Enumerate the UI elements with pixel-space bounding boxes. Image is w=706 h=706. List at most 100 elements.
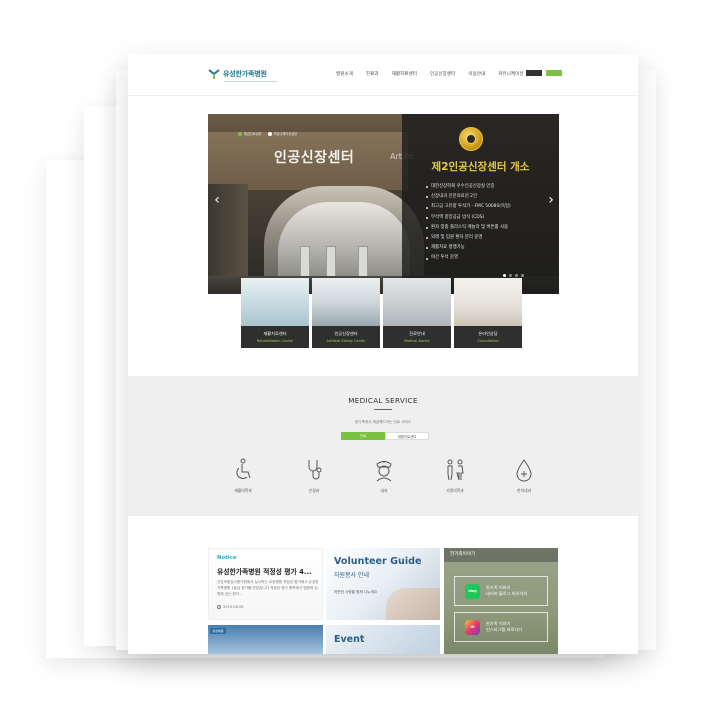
logo-underline	[224, 81, 278, 82]
logo-text: 유성한가족병원	[223, 70, 267, 78]
list-item: 환자 맞춤 플라스틱 캐뉼라 및 버튼홀 사용	[426, 223, 511, 233]
award-medal-icon	[459, 127, 483, 151]
card-subtitle: Rehabilitation Center	[257, 339, 293, 343]
hero-slider: 인공신장센터 Artific 응급진료상담 커뮤니케이션상담 제2인공신장센터 …	[208, 114, 559, 294]
service-item-internal[interactable]: 내과	[359, 458, 409, 494]
card-title: 재활치료센터	[263, 331, 287, 336]
slider-dot[interactable]	[515, 274, 518, 277]
volunteer-text: 따뜻한 사랑을 함께 나누세요	[334, 590, 378, 594]
hero-overlay: 제2인공신장센터 개소 대한신장학회 우수인공신장실 인증 신장내과 전문의료진…	[402, 114, 559, 294]
notice-box[interactable]: Notice 유성한가족병원 적정성 평가 4... 건강보험심사평가원에서 실…	[208, 548, 323, 620]
volunteer-subtitle: 자원봉사 안내	[334, 572, 370, 579]
tab-rehab-center[interactable]: 재활치료센터	[385, 432, 429, 440]
tab-treatment[interactable]: 진료	[341, 432, 385, 440]
nav-item-departments[interactable]: 진료과	[366, 71, 379, 77]
quick-card-consult[interactable]: 온라인상담 Consultation	[454, 278, 522, 348]
nav-item-rehab[interactable]: 재활치료센터	[392, 71, 417, 77]
card-title: 인공신장센터	[334, 331, 358, 336]
notice-label: Notice	[217, 555, 237, 561]
util-button-dark[interactable]	[526, 70, 542, 76]
util-buttons	[526, 70, 562, 76]
service-item-rehab[interactable]: 재활의학과	[218, 458, 268, 494]
naver-blog-icon: blog	[465, 583, 480, 599]
family-story-box: 한가족이야기 blog 한가족 이야기 네이버 블로그 바로가기 IG 한가족 이…	[444, 548, 558, 654]
service-item-family-medicine[interactable]: 가정의학과	[430, 458, 480, 494]
notice-date: 2019.08.08	[217, 605, 244, 609]
service-item-neurology[interactable]: 신경과	[289, 458, 339, 494]
logo-mark-icon	[208, 69, 220, 79]
hero-mini-tab[interactable]: 응급진료상담	[238, 131, 262, 136]
card-subtitle: Medical Advice	[404, 339, 430, 343]
title-divider	[374, 409, 392, 410]
site-header: 유성한가족병원 병원소개 진료과 재활치료센터 인공신장센터 이용안내 커뮤니케…	[128, 54, 638, 96]
slider-dot[interactable]	[503, 274, 506, 277]
list-item: 최고급 고유량 투석기 - FMC 5008S(독일)	[426, 202, 511, 212]
blog-line2: 네이버 블로그 바로가기	[486, 591, 528, 596]
volunteer-title: Volunteer Guide	[334, 556, 422, 567]
website-page: 유성한가족병원 병원소개 진료과 재활치료센터 인공신장센터 이용안내 커뮤니케…	[128, 54, 638, 654]
notice-title[interactable]: 유성한가족병원 적정성 평가 4...	[217, 566, 312, 576]
card-subtitle: Consultation	[477, 339, 499, 343]
card-subtitle: Artificial Kidney Center	[326, 339, 366, 343]
card-photo	[312, 278, 380, 326]
family-icon	[447, 459, 464, 481]
hero-overlay-title: 제2인공신장센터 개소	[431, 161, 530, 173]
site-logo[interactable]: 유성한가족병원	[208, 68, 267, 80]
nav-item-kidney[interactable]: 인공신장센터	[430, 71, 455, 77]
hospital-banner[interactable]: 유성병원	[208, 625, 323, 654]
slider-dot[interactable]	[521, 274, 524, 277]
clock-icon	[217, 605, 221, 609]
insta-line2: 인스타그램 바로가기	[486, 627, 523, 632]
list-item: 외래 및 입원 환자 분리 운영	[426, 233, 511, 243]
stethoscope-icon	[308, 460, 322, 480]
list-item: 대한신장학회 우수인공신장실 인증	[426, 182, 511, 192]
hero-mini-tabs: 응급진료상담 커뮤니케이션상담	[238, 131, 297, 136]
section-title: MEDICAL SERVICE	[348, 396, 418, 405]
nav-item-community[interactable]: 커뮤니케이션	[498, 71, 523, 77]
service-tabs: 진료 재활치료센터	[341, 432, 429, 440]
section-subtitle: 한가족에서 제공해드리는 진료 서비스	[354, 420, 412, 424]
card-title: 진료안내	[409, 331, 425, 336]
service-label: 한의내과	[517, 488, 531, 493]
wheelchair-icon	[236, 458, 251, 479]
nurse-icon	[376, 461, 392, 482]
volunteer-box[interactable]: Volunteer Guide 자원봉사 안내 따뜻한 사랑을 함께 나누세요	[326, 548, 440, 620]
drop-icon	[516, 459, 532, 482]
card-photo	[241, 278, 309, 326]
list-item: 신장내과 전문의료진 2인	[426, 192, 511, 202]
service-item-oriental[interactable]: 한의내과	[499, 458, 549, 494]
service-label: 신경과	[308, 488, 320, 493]
hospital-tag: 유성병원	[210, 628, 226, 634]
medical-service-section: MEDICAL SERVICE 한가족에서 제공해드리는 진료 서비스 진료 재…	[128, 376, 638, 516]
quick-card-advice[interactable]: 진료안내 Medical Advice	[383, 278, 451, 348]
service-label: 재활의학과	[234, 488, 252, 493]
blog-link[interactable]: blog 한가족 이야기 네이버 블로그 바로가기	[454, 576, 548, 606]
instagram-icon: IG	[465, 619, 480, 635]
service-label: 내과	[380, 488, 388, 493]
quick-card-rehab[interactable]: 재활치료센터 Rehabilitation Center	[241, 278, 309, 348]
prev-slide-arrow-icon[interactable]: ‹	[210, 190, 224, 210]
hero-sign: 인공신장센터	[274, 150, 355, 166]
quick-card-kidney[interactable]: 인공신장센터 Artificial Kidney Center	[312, 278, 380, 348]
family-box-header: 한가족이야기	[444, 548, 558, 562]
event-banner[interactable]: Event	[326, 625, 440, 654]
card-photo	[454, 278, 522, 326]
slider-dot[interactable]	[509, 274, 512, 277]
nav-item-guide[interactable]: 이용안내	[468, 71, 485, 77]
hero-feature-list: 대한신장학회 우수인공신장실 인증 신장내과 전문의료진 2인 최고급 고유량 …	[426, 182, 511, 264]
screenshot-stage: 유성한가족병원 병원소개 진료과 재활치료센터 인공신장센터 이용안내 커뮤니케…	[0, 0, 706, 706]
card-photo	[383, 278, 451, 326]
next-slide-arrow-icon[interactable]: ›	[544, 190, 558, 210]
nav-item-about[interactable]: 병원소개	[336, 71, 353, 77]
quick-link-cards: 재활치료센터 Rehabilitation Center 인공신장센터 Artifi…	[241, 278, 522, 348]
hero-mini-tab[interactable]: 커뮤니케이션상담	[267, 131, 297, 136]
event-title: Event	[334, 634, 365, 645]
list-item: 재활치료 병행가능	[426, 243, 511, 253]
list-item: 무석액 중앙공급 방식 (CDS)	[426, 213, 511, 223]
instagram-link[interactable]: IG 한가족 이야기 인스타그램 바로가기	[454, 612, 548, 642]
notice-body: 건강보험심사평가원에서 실시하는 요양병원 적정성 평가에서 유성한가족병원 1…	[217, 580, 319, 596]
util-button-green[interactable]	[546, 70, 562, 76]
main-nav: 병원소개 진료과 재활치료센터 인공신장센터 이용안내 커뮤니케이션	[336, 71, 524, 77]
card-title: 온라인상담	[478, 331, 498, 336]
hands-image	[386, 588, 440, 620]
